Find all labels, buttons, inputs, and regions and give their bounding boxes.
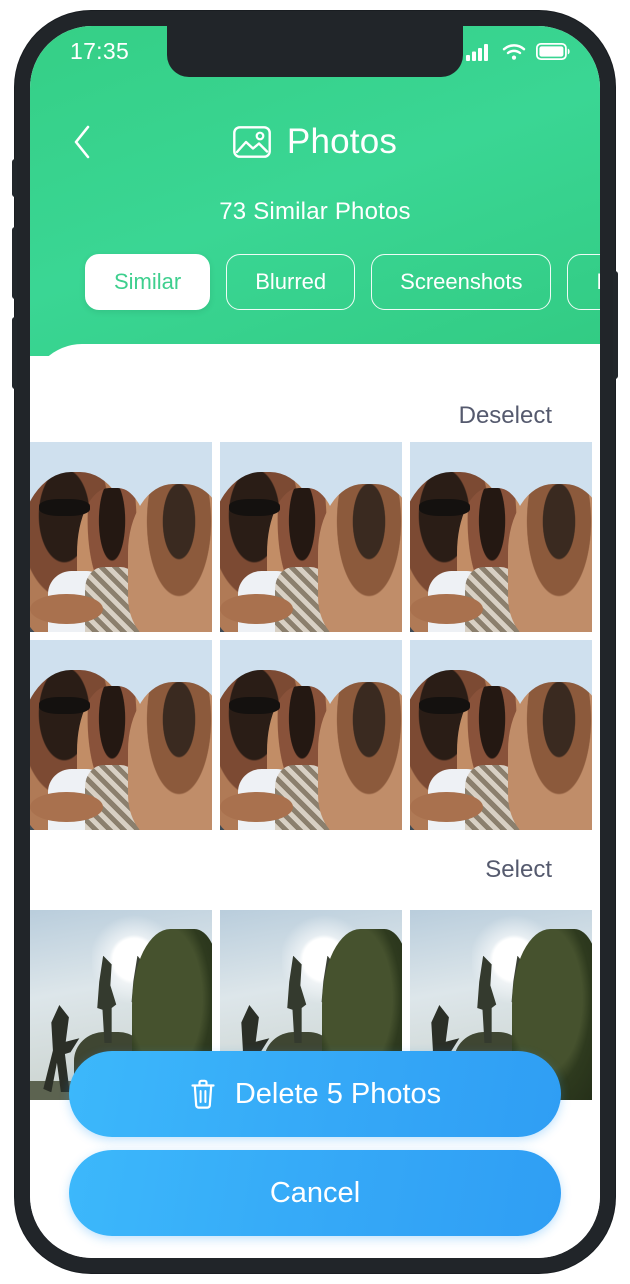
wifi-icon (502, 43, 526, 61)
check-icon (363, 593, 384, 614)
check-icon (553, 791, 574, 812)
image-icon (233, 125, 271, 159)
filter-chip-row: Similar Blurred Screenshots Places (85, 254, 600, 310)
back-button[interactable] (62, 122, 102, 162)
filter-chip-screenshots[interactable]: Screenshots (371, 254, 552, 310)
phone-frame: 17:35 Photos 73 Similar Photos Similar B… (12, 11, 618, 1273)
photo-select-toggle[interactable] (164, 584, 202, 622)
trash-icon (189, 1078, 217, 1110)
photos-count-subtitle: 73 Similar Photos (219, 198, 411, 225)
volume-up-button[interactable] (12, 227, 17, 299)
bottom-action-bar: Delete 5 Photos Cancel (30, 1051, 600, 1236)
display-notch (167, 26, 463, 77)
check-icon (173, 791, 194, 812)
group-deselect-button[interactable]: Deselect (30, 344, 600, 442)
status-time: 17:35 (70, 38, 130, 64)
power-button[interactable] (613, 271, 618, 379)
photo-grid-row (30, 640, 600, 830)
app-header: 17:35 Photos 73 Similar Photos Similar B… (30, 26, 600, 356)
photo-tile[interactable] (220, 640, 402, 830)
photo-select-toggle[interactable] (354, 584, 392, 622)
check-icon (553, 593, 574, 614)
photo-tile[interactable] (410, 442, 592, 632)
battery-icon (536, 43, 570, 60)
photo-select-toggle[interactable] (354, 782, 392, 820)
photo-grid-row (30, 442, 600, 632)
chevron-left-icon (72, 125, 92, 159)
mute-switch[interactable] (12, 159, 17, 197)
photo-tile[interactable] (220, 442, 402, 632)
cancel-label: Cancel (269, 1176, 361, 1209)
filter-chip-places[interactable]: Places (567, 254, 600, 310)
delete-photos-button[interactable]: Delete 5 Photos (69, 1051, 561, 1137)
photo-tile[interactable] (30, 640, 212, 830)
photo-select-toggle[interactable] (164, 782, 202, 820)
page-title: Photos (286, 122, 398, 161)
title-group: Photos (233, 122, 397, 162)
photo-tile[interactable] (30, 442, 212, 632)
photo-tile[interactable] (410, 640, 592, 830)
group-select-button[interactable]: Select (30, 830, 600, 910)
phone-screen: 17:35 Photos 73 Similar Photos Similar B… (30, 26, 600, 1258)
cellular-signal-icon (466, 43, 492, 61)
photo-select-toggle[interactable] (544, 782, 582, 820)
volume-down-button[interactable] (12, 317, 17, 389)
photo-select-toggle[interactable] (544, 584, 582, 622)
navigation-row: Photos (30, 112, 600, 172)
cancel-button[interactable]: Cancel (69, 1150, 561, 1236)
delete-photos-label: Delete 5 Photos (234, 1077, 442, 1110)
filter-chip-similar[interactable]: Similar (85, 254, 211, 310)
filter-chip-blurred[interactable]: Blurred (226, 254, 356, 310)
check-icon (363, 791, 384, 812)
